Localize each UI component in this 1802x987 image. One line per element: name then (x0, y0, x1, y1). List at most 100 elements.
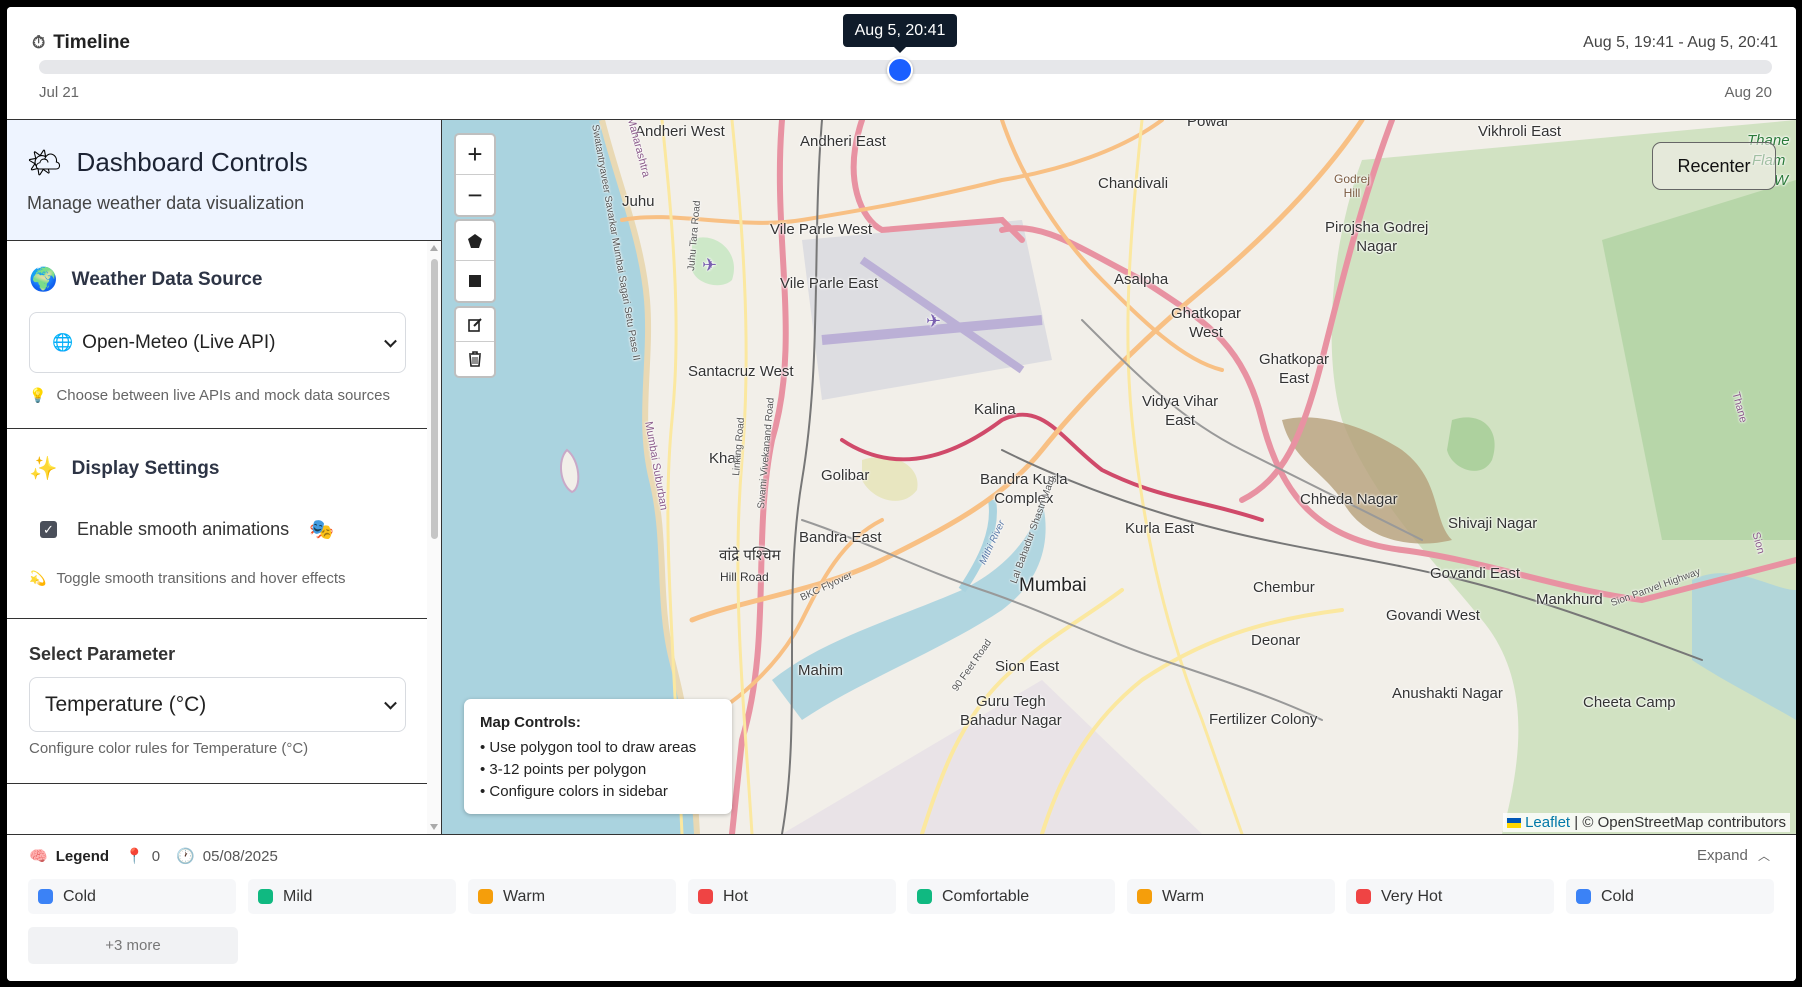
map-label-kalina: Kalina (974, 401, 1016, 418)
data-source-select[interactable]: 🌐 Open-Meteo (Live API) (29, 312, 406, 373)
sun-cloud-icon: 🌤 (27, 147, 63, 178)
legend-color-swatch (1576, 889, 1591, 904)
ukraine-flag-icon (1507, 818, 1522, 829)
map-label-chheda-nagar: Chheda Nagar (1300, 491, 1398, 508)
timeline-slider-handle[interactable] (887, 57, 913, 83)
display-settings-hint: 💫 Toggle smooth transitions and hover ef… (29, 568, 405, 589)
legend-header: 🧠 Legend 📍 0 🕐 05/08/2025 (29, 847, 278, 866)
lightbulb-icon: 💡 (29, 387, 47, 403)
map-label-anushakti-nagar: Anushakti Nagar (1392, 685, 1503, 702)
scrollbar-thumb[interactable] (431, 259, 438, 539)
edit-toolbar (454, 306, 496, 378)
legend-item-label: Mild (283, 887, 313, 905)
stopwatch-icon: ⏱ (32, 33, 46, 52)
sparkles-icon: ✨ (29, 455, 58, 481)
data-source-selected-value: Open-Meteo (Live API) (82, 331, 276, 353)
map-view[interactable]: Andheri West Andheri East Powai Vikhroli… (442, 120, 1796, 834)
map-label-govandi-east: Govandi East (1430, 565, 1521, 582)
data-source-hint-text: Choose between live APIs and mock data s… (56, 387, 390, 404)
recenter-button[interactable]: Recenter (1652, 142, 1776, 190)
timeline-end-label: Aug 20 (1724, 84, 1772, 101)
map-label-chembur: Chembur (1253, 579, 1315, 596)
data-source-section: 🌍 Weather Data Source 🌐 Open-Meteo (Live… (7, 241, 427, 429)
legend-item: Warm (1127, 879, 1335, 914)
map-label-ghatkopar-east: Ghatkopar East (1259, 351, 1330, 387)
map-label-sion-east: Sion East (995, 658, 1060, 675)
timeline-header: ⏱ Timeline (32, 32, 130, 54)
airplane-icon: ✈ (926, 311, 942, 331)
trash-icon (469, 351, 481, 367)
globe-icon: 🌍 (29, 266, 58, 292)
sidebar-scrollbar[interactable] (427, 241, 441, 834)
map-label-mahim: Mahim (798, 662, 844, 679)
chevron-up-icon: ︿ (1757, 849, 1770, 863)
draw-rectangle-button[interactable] (456, 261, 494, 301)
map-label-vikhroli-east: Vikhroli East (1478, 123, 1562, 140)
zoom-in-button[interactable]: + (456, 135, 494, 175)
map-label-cheeta-camp: Cheeta Camp (1583, 694, 1676, 711)
legend-more-button[interactable]: +3 more (28, 927, 238, 964)
legend-color-swatch (698, 889, 713, 904)
map-label-bandra-east: Bandra East (799, 529, 882, 546)
map-label-fertilizer-colony: Fertilizer Colony (1209, 711, 1318, 728)
legend-item: Very Hot (1346, 879, 1554, 914)
parameter-selected-value: Temperature (°C) (45, 692, 207, 716)
map-label-deonar: Deonar (1251, 632, 1301, 649)
parameter-select[interactable]: Temperature (°C) (29, 677, 406, 732)
brain-icon: 🧠 (29, 848, 48, 865)
bkc-ground (862, 456, 918, 501)
airplane-icon: ✈ (702, 255, 718, 275)
attribution-text: | © OpenStreetMap contributors (1574, 814, 1786, 831)
delete-layers-button[interactable] (456, 342, 494, 376)
map-label-ghatkopar-west: Ghatkopar West (1171, 305, 1242, 341)
polygon-icon (468, 233, 482, 248)
data-source-hint: 💡 Choose between live APIs and mock data… (29, 385, 405, 406)
parameter-section: Select Parameter Temperature (°C) Config… (7, 619, 427, 784)
map-label-andheri-west: Andheri West (635, 123, 725, 140)
expand-label: Expand (1696, 847, 1748, 864)
draw-polygon-button[interactable] (456, 221, 494, 261)
map-label-santacruz-west: Santacruz West (688, 363, 794, 380)
legend-item: Cold (1566, 879, 1774, 914)
clock-icon: 🕐 (176, 848, 195, 865)
legend-item-label: Hot (723, 887, 748, 905)
legend-expand-button[interactable]: Expand ︿ (1697, 847, 1770, 864)
legend-item-label: Cold (63, 887, 96, 905)
dizzy-icon: 💫 (29, 570, 47, 586)
data-source-heading: 🌍 Weather Data Source (29, 266, 405, 293)
legend-color-swatch (1356, 889, 1371, 904)
map-label-w: W (1774, 172, 1789, 189)
legend-color-swatch (1137, 889, 1152, 904)
edit-layers-button[interactable] (456, 308, 494, 342)
animations-checkbox-label[interactable]: Enable smooth animations (77, 519, 289, 540)
pin-count: 0 (151, 847, 161, 865)
map-label-vandre-paschim: वांद्रे पश्चिम (719, 547, 781, 564)
map-label-golibar: Golibar (821, 467, 870, 484)
legend-item-label: Very Hot (1381, 887, 1443, 905)
sidebar-header: 🌤 Dashboard Controls Manage weather data… (7, 120, 441, 241)
map-label-shivaji-nagar: Shivaji Nagar (1448, 515, 1538, 532)
leaflet-link[interactable]: Leaflet (1525, 814, 1570, 831)
animations-checkbox[interactable]: ✓ (40, 521, 57, 538)
map-label-andheri-east: Andheri East (800, 133, 886, 150)
airport (802, 220, 1052, 400)
sidebar-title: Dashboard Controls (76, 147, 308, 177)
display-settings-title: Display Settings (71, 457, 220, 479)
legend-item: Mild (248, 879, 456, 914)
theater-masks-icon: 🎭 (309, 519, 335, 541)
map-info-line: • 3-12 points per polygon (480, 761, 647, 778)
scroll-up-arrow[interactable] (430, 245, 438, 251)
scroll-down-arrow[interactable] (430, 824, 438, 830)
draw-toolbar (454, 219, 496, 303)
map-label-mumbai: Mumbai (1019, 575, 1087, 596)
sidebar-subtitle: Manage weather data visualization (27, 193, 305, 213)
legend-item: Cold (28, 879, 236, 914)
app-window: ⏱ Timeline Aug 5, 19:41 - Aug 5, 20:41 A… (7, 7, 1796, 981)
map-label-juhu: Juhu (622, 193, 655, 210)
zoom-out-button[interactable]: − (456, 175, 494, 215)
legend-item-label: Warm (503, 887, 546, 905)
display-settings-section: ✨ Display Settings ✓ Enable smooth anima… (7, 429, 427, 619)
map-label-powai: Powai (1187, 120, 1228, 130)
map-label-vile-parle-west: Vile Parle West (770, 221, 872, 238)
map-label-godrej-hill: Godrej Hill (1334, 172, 1371, 200)
